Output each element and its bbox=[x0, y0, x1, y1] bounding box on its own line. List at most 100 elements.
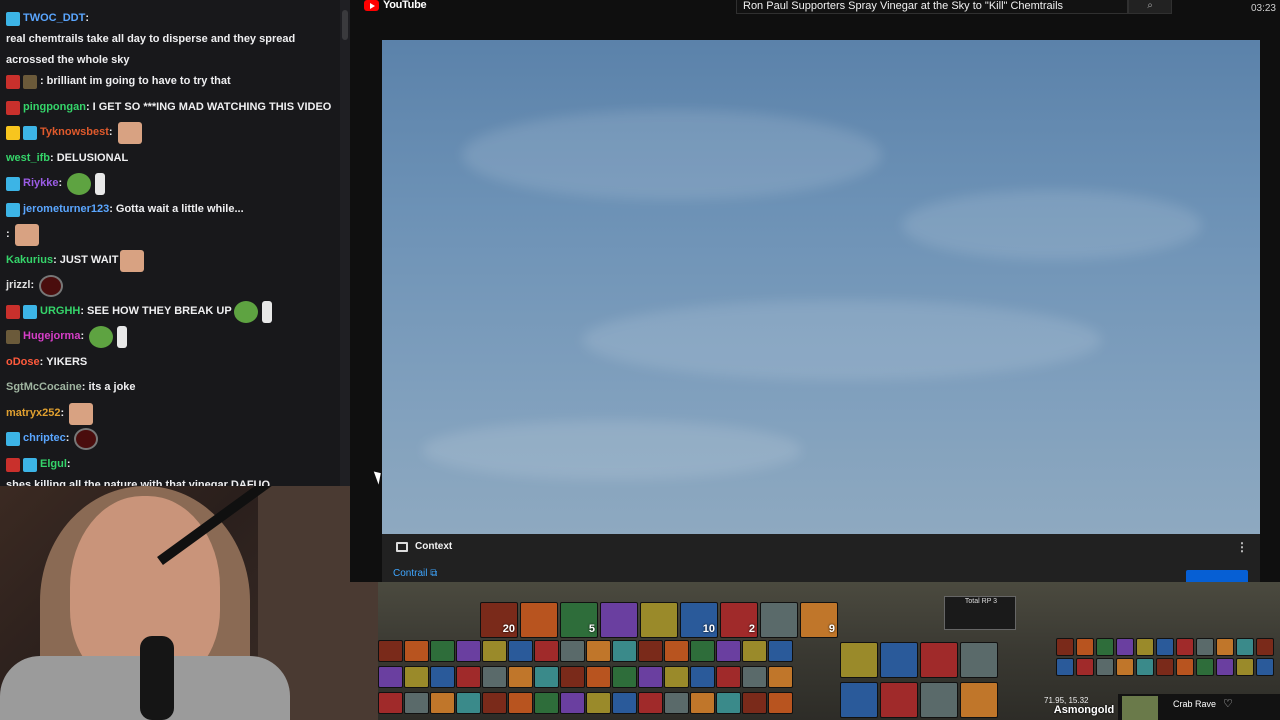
action-bar-slot[interactable] bbox=[716, 692, 741, 714]
action-bar-slot[interactable] bbox=[768, 666, 793, 688]
face-emote-icon[interactable] bbox=[14, 224, 39, 246]
pepe-emote-icon[interactable] bbox=[89, 326, 114, 348]
action-bar-slot[interactable] bbox=[430, 692, 455, 714]
action-bar-slot[interactable] bbox=[404, 666, 429, 688]
action-bar-slot[interactable] bbox=[612, 666, 637, 688]
action-bar-slot[interactable] bbox=[690, 666, 715, 688]
action-bar-slot[interactable] bbox=[638, 640, 663, 662]
feather-emote-icon[interactable] bbox=[261, 300, 272, 323]
action-bar-slot[interactable] bbox=[880, 642, 918, 678]
action-bar-slot[interactable] bbox=[716, 666, 741, 688]
action-bar-slot[interactable] bbox=[560, 640, 585, 662]
action-bar-slot[interactable] bbox=[534, 666, 559, 688]
context-action-button[interactable] bbox=[1186, 570, 1248, 582]
action-bar-slot[interactable] bbox=[742, 640, 767, 662]
action-bar-slot[interactable] bbox=[600, 602, 638, 638]
chat-username[interactable]: Kakurius bbox=[6, 250, 53, 271]
action-bar-slot[interactable] bbox=[430, 666, 455, 688]
action-bar-slot[interactable] bbox=[880, 682, 918, 718]
chat-username[interactable]: chriptec bbox=[23, 428, 66, 449]
chat-username[interactable]: Riykke bbox=[23, 173, 58, 194]
action-bar-slot[interactable] bbox=[742, 692, 767, 714]
face-emote-icon[interactable] bbox=[69, 402, 94, 425]
chat-username[interactable]: oDose bbox=[6, 352, 40, 373]
action-bar-slot[interactable] bbox=[520, 602, 558, 638]
feather-emote-icon[interactable] bbox=[117, 326, 128, 348]
chat-username[interactable]: jerometurner123 bbox=[23, 199, 109, 220]
action-bar-slot[interactable] bbox=[378, 640, 403, 662]
action-bar-slot[interactable] bbox=[430, 640, 455, 662]
action-bar-slot[interactable] bbox=[586, 666, 611, 688]
pepe-emote-icon[interactable] bbox=[67, 173, 92, 195]
orb-emote-icon[interactable] bbox=[39, 275, 64, 297]
chat-username[interactable]: Elgul bbox=[40, 454, 67, 475]
action-bar-slot[interactable] bbox=[960, 682, 998, 718]
action-bar-slot[interactable] bbox=[612, 640, 637, 662]
action-bar-slot[interactable] bbox=[760, 602, 798, 638]
action-bar-slot[interactable] bbox=[508, 666, 533, 688]
action-bar-slot[interactable] bbox=[664, 666, 689, 688]
chat-username[interactable]: pingpongan bbox=[23, 97, 86, 118]
action-bar-slot[interactable] bbox=[534, 640, 559, 662]
action-bar-slot[interactable]: 2 bbox=[720, 602, 758, 638]
action-bar-slot[interactable] bbox=[560, 692, 585, 714]
action-bar-slot[interactable] bbox=[560, 666, 585, 688]
video-player[interactable] bbox=[382, 40, 1260, 534]
action-bar-slot[interactable] bbox=[456, 692, 481, 714]
context-link-contrail[interactable]: Contrail ⧉ bbox=[393, 568, 437, 579]
chat-username[interactable]: TWOC_DDT bbox=[23, 8, 85, 29]
action-bar-slot[interactable] bbox=[960, 642, 998, 678]
action-bar-slot[interactable] bbox=[768, 692, 793, 714]
action-bar-slot[interactable] bbox=[690, 692, 715, 714]
action-bar-slot[interactable] bbox=[378, 666, 403, 688]
action-bar-slot[interactable]: 20 bbox=[480, 602, 518, 638]
action-bar-slot[interactable] bbox=[640, 602, 678, 638]
heart-icon[interactable]: ♡ bbox=[1223, 697, 1233, 710]
action-bar-slot[interactable] bbox=[768, 640, 793, 662]
action-bar-slot[interactable]: 10 bbox=[680, 602, 718, 638]
action-bar-slot[interactable]: 5 bbox=[560, 602, 598, 638]
action-bar-slot[interactable]: 9 bbox=[800, 602, 838, 638]
feather-emote-icon[interactable] bbox=[95, 173, 106, 195]
orb-emote-icon[interactable] bbox=[74, 428, 99, 450]
chat-scrollbar-thumb[interactable] bbox=[342, 10, 348, 40]
search-button[interactable]: ⌕ bbox=[1128, 0, 1172, 14]
action-bar-slot[interactable] bbox=[664, 640, 689, 662]
action-bar-slot[interactable] bbox=[612, 692, 637, 714]
chat-scrollbar[interactable] bbox=[340, 0, 350, 486]
chat-username[interactable]: URGHH bbox=[40, 301, 80, 322]
chat-username[interactable]: SgtMcCocaine bbox=[6, 377, 82, 398]
action-bar-slot[interactable] bbox=[508, 692, 533, 714]
face-emote-icon[interactable] bbox=[117, 122, 142, 144]
action-bar-slot[interactable] bbox=[534, 692, 559, 714]
action-bar-slot[interactable] bbox=[482, 640, 507, 662]
pepe-emote-icon[interactable] bbox=[233, 300, 258, 323]
action-bar-slot[interactable] bbox=[508, 640, 533, 662]
youtube-logo[interactable]: YouTube bbox=[364, 0, 427, 11]
action-bar-slot[interactable] bbox=[586, 640, 611, 662]
action-bar-slot[interactable] bbox=[690, 640, 715, 662]
action-bar-slot[interactable] bbox=[378, 692, 403, 714]
action-bar-slot[interactable] bbox=[742, 666, 767, 688]
action-bar-slot[interactable] bbox=[920, 642, 958, 678]
action-bar-slot[interactable] bbox=[840, 682, 878, 718]
action-bar-slot[interactable] bbox=[840, 642, 878, 678]
action-bar-slot[interactable] bbox=[638, 692, 663, 714]
action-bar-slot[interactable] bbox=[482, 666, 507, 688]
action-bar-slot[interactable] bbox=[586, 692, 611, 714]
chat-username[interactable]: Hugejorma bbox=[23, 326, 80, 347]
search-input[interactable]: Ron Paul Supporters Spray Vinegar at the… bbox=[736, 0, 1128, 14]
chat-username[interactable]: matryx252 bbox=[6, 403, 60, 424]
chat-username[interactable]: jrizzl bbox=[6, 275, 30, 296]
action-bar-slot[interactable] bbox=[404, 640, 429, 662]
action-bar-slot[interactable] bbox=[456, 666, 481, 688]
action-bar-slot[interactable] bbox=[664, 692, 689, 714]
action-bar-slot[interactable] bbox=[920, 682, 958, 718]
action-bar-slot[interactable] bbox=[482, 692, 507, 714]
more-options-icon[interactable]: ⋮ bbox=[1236, 540, 1248, 554]
face-emote-icon[interactable] bbox=[120, 249, 145, 272]
chat-username[interactable]: Tyknowsbest bbox=[40, 122, 109, 143]
action-bar-slot[interactable] bbox=[456, 640, 481, 662]
chat-username[interactable]: west_ifb bbox=[6, 148, 50, 169]
action-bar-slot[interactable] bbox=[716, 640, 741, 662]
